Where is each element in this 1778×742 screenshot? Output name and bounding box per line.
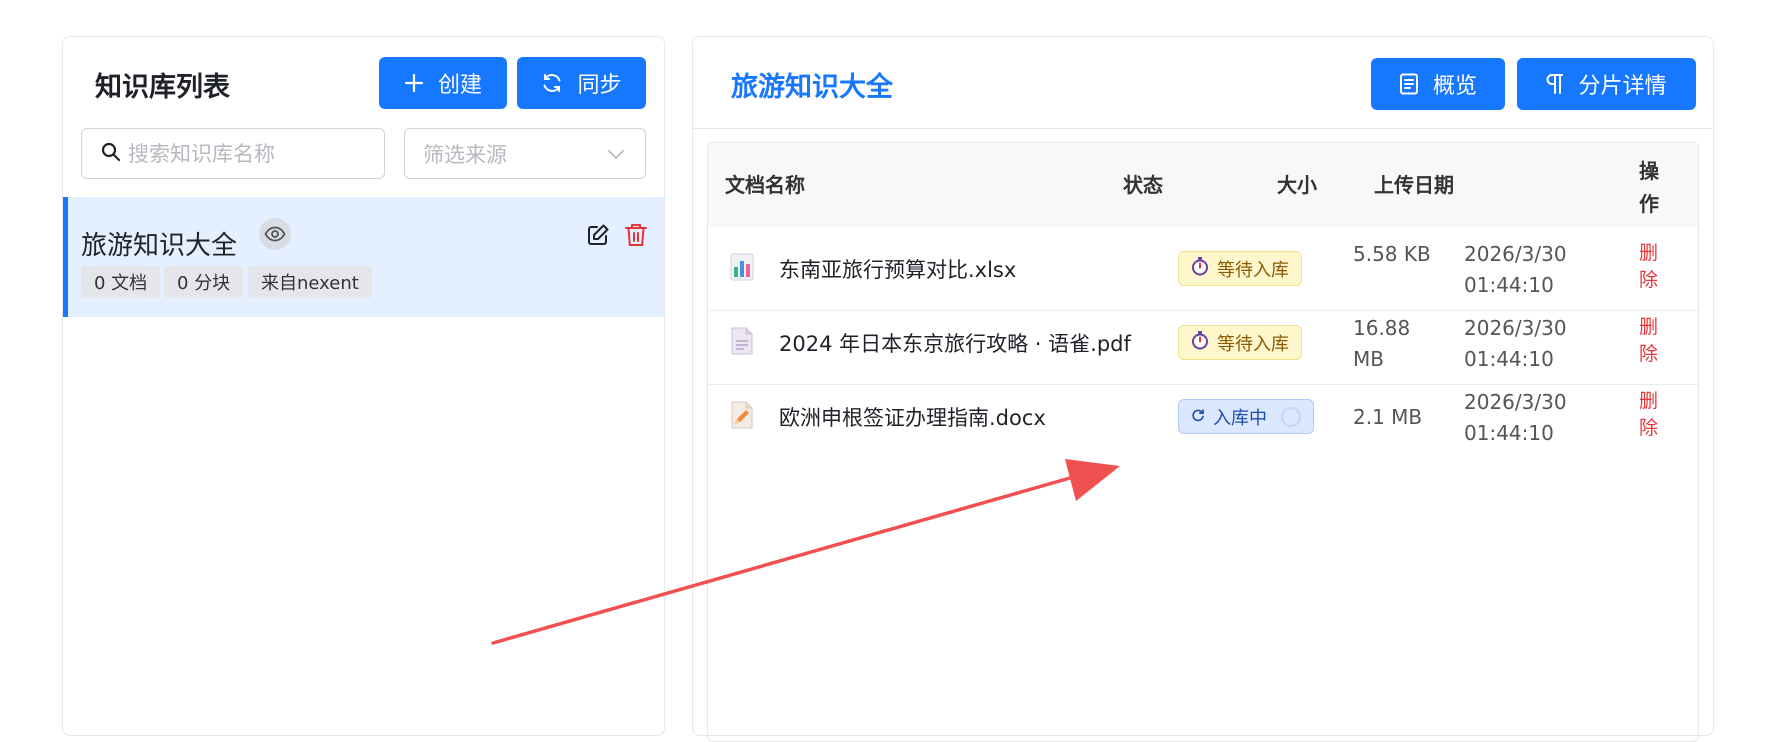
source-filter-placeholder: 筛选来源 (423, 142, 507, 167)
file-name[interactable]: 2024 年日本东京旅行攻略 · 语雀.pdf (779, 328, 1131, 358)
chunk-count-tag: 0 分块 (164, 266, 244, 298)
column-header-size: 大小 (1277, 173, 1317, 197)
delete-link[interactable]: 删除 (1639, 240, 1661, 294)
status-badge: 等待入库 (1178, 251, 1302, 286)
word-document-icon (730, 401, 754, 433)
pilcrow-icon (1546, 73, 1564, 95)
kb-list-title: 知识库列表 (95, 72, 230, 103)
kb-list-item[interactable]: 旅游知识大全 0 文档 0 分块 来自nexent (63, 197, 664, 317)
status-badge: 入库中 (1178, 399, 1314, 434)
upload-date: 2026/3/30 01:44:10 (1464, 390, 1567, 445)
sync-label: 同步 (577, 73, 622, 98)
kb-search-input[interactable] (128, 141, 368, 166)
doc-count-tag: 0 文档 (81, 266, 161, 298)
chunk-details-label: 分片详情 (1578, 74, 1667, 99)
delete-link[interactable]: 删除 (1639, 388, 1661, 442)
status-label: 等待入库 (1217, 259, 1289, 281)
header-divider (693, 128, 1713, 129)
kb-item-name: 旅游知识大全 (81, 231, 238, 261)
sync-button[interactable]: 同步 (517, 57, 646, 109)
chevron-down-icon (607, 142, 625, 166)
table-row[interactable]: 欧洲申根签证办理指南.docx 入库中 2.1 MB 2026/3/30 01:… (708, 375, 1698, 459)
trash-icon[interactable] (624, 222, 648, 252)
file-name[interactable]: 东南亚旅行预算对比.xlsx (779, 254, 1016, 284)
plus-icon (404, 73, 424, 93)
sync-icon (541, 72, 563, 94)
kb-search-box[interactable] (81, 128, 385, 179)
column-header-action: 操作 (1639, 159, 1659, 216)
upload-date: 2026/3/30 01:44:10 (1464, 316, 1567, 371)
status-label: 入库中 (1213, 407, 1267, 429)
search-icon (100, 141, 122, 167)
pdf-document-icon (730, 327, 754, 359)
delete-link[interactable]: 删除 (1639, 314, 1661, 368)
status-badge: 等待入库 (1178, 325, 1302, 360)
edit-icon[interactable] (586, 223, 610, 251)
overview-label: 概览 (1432, 74, 1477, 99)
kb-detail-title: 旅游知识大全 (731, 72, 893, 103)
source-tag: 来自nexent (248, 266, 372, 298)
refresh-icon (1191, 406, 1205, 427)
overview-button[interactable]: 概览 (1371, 58, 1505, 110)
table-header: 文档名称 状态 大小 上传日期 操作 (708, 143, 1698, 227)
loading-spinner-icon (1281, 406, 1301, 427)
upload-date: 2026/3/30 01:44:10 (1464, 242, 1567, 297)
document-table: 文档名称 状态 大小 上传日期 操作 东南亚旅行预算对比.xlsx 等待入库 5… (707, 142, 1699, 742)
source-filter-select[interactable]: 筛选来源 (404, 128, 646, 179)
stopwatch-icon (1191, 330, 1209, 355)
create-label: 创建 (437, 73, 482, 98)
eye-icon[interactable] (259, 218, 291, 250)
file-name[interactable]: 欧洲申根签证办理指南.docx (779, 402, 1046, 432)
kb-detail-panel: 旅游知识大全 概览 分片详情 文档名称 状态 大小 上传日期 操作 东南亚旅行预… (692, 36, 1714, 742)
table-row[interactable]: 东南亚旅行预算对比.xlsx 等待入库 5.58 KB 2026/3/30 01… (708, 227, 1698, 311)
spreadsheet-icon (730, 253, 754, 285)
table-row[interactable]: 2024 年日本东京旅行攻略 · 语雀.pdf 等待入库 16.88 MB 20… (708, 301, 1698, 385)
column-header-name: 文档名称 (725, 173, 805, 197)
knowledge-base-list-panel: 知识库列表 创建 同步 筛选来源 旅游知识大全 (62, 36, 665, 736)
column-header-status: 状态 (1123, 173, 1163, 197)
create-button[interactable]: 创建 (379, 57, 507, 109)
stopwatch-icon (1191, 256, 1209, 281)
chunk-details-button[interactable]: 分片详情 (1517, 58, 1696, 110)
file-size: 5.58 KB (1353, 242, 1431, 266)
status-label: 等待入库 (1217, 333, 1289, 355)
file-size: 2.1 MB (1353, 405, 1423, 429)
file-size: 16.88 MB (1353, 316, 1411, 371)
column-header-date: 上传日期 (1374, 173, 1454, 197)
document-icon (1399, 73, 1419, 95)
